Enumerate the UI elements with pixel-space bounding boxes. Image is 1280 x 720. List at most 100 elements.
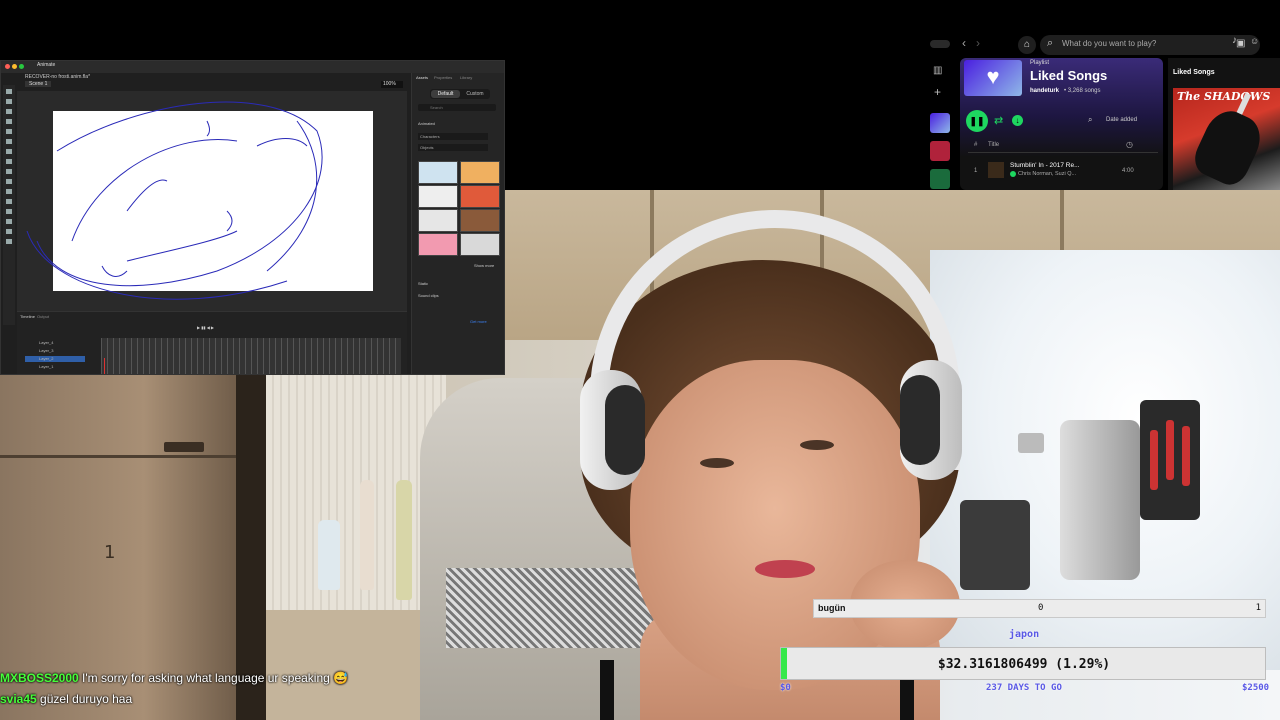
asset-thumbnail[interactable] [460, 185, 500, 208]
playlist-owner[interactable]: handeturk [1030, 88, 1059, 94]
playback-controls[interactable]: ▶ ▮▮ ◀ ▶ [197, 325, 277, 330]
show-more-link[interactable]: Show more [474, 263, 494, 268]
default-tab[interactable]: Default [431, 90, 460, 98]
layer-row[interactable]: Layer_4 [25, 340, 85, 346]
toolbar [3, 85, 15, 325]
friends-icon[interactable]: ☺ [1250, 36, 1259, 46]
forward-arrow-icon[interactable]: › [976, 36, 980, 50]
asset-thumbnail[interactable] [460, 233, 500, 256]
playlist-tile[interactable] [930, 141, 950, 161]
layer-row[interactable]: Layer_3 [25, 348, 85, 354]
pencil-icon[interactable] [6, 179, 12, 184]
top-strap [600, 660, 614, 720]
characters-select[interactable]: Characters [418, 133, 488, 140]
hand-icon[interactable] [6, 229, 12, 234]
layer-row[interactable]: Layer_1 [25, 364, 85, 370]
spotify-search-input[interactable]: ⌕ What do you want to play? ▣ [1040, 35, 1260, 55]
objects-select[interactable]: Objects [418, 144, 488, 151]
sort-dropdown[interactable]: Date added [1106, 117, 1137, 123]
asset-thumbnail[interactable] [418, 233, 458, 256]
shuffle-icon[interactable]: ⇄ [994, 114, 1003, 127]
asset-thumbnail[interactable] [418, 161, 458, 184]
pause-button[interactable]: ❚❚ [966, 110, 988, 132]
playhead[interactable] [104, 358, 105, 374]
panel-tab[interactable]: Assets [416, 75, 428, 80]
track-title[interactable]: Stumblin' In - 2017 Re... [1010, 162, 1080, 169]
zoom-icon[interactable] [6, 239, 12, 244]
home-icon[interactable]: ⌂ [1018, 36, 1036, 54]
rectangle-icon[interactable] [6, 159, 12, 164]
static-section[interactable]: Static [418, 281, 428, 286]
eyedropper-icon[interactable] [6, 209, 12, 214]
browse-icon[interactable]: ▣ [1236, 38, 1245, 49]
scene-tab[interactable]: Scene 1 [25, 81, 52, 87]
track-number: 1 [974, 168, 978, 174]
app-title: Animate [37, 62, 56, 68]
line-icon[interactable] [6, 149, 12, 154]
library-icon[interactable]: ▥ [933, 65, 942, 76]
animate-window[interactable]: Animate RECOVER-no frosti.anim.fla* Scen… [0, 60, 505, 375]
layer-row-selected[interactable]: Layer_2 [25, 356, 85, 362]
custom-tab[interactable]: Custom [461, 90, 489, 98]
guitar-body [1188, 103, 1269, 190]
donation-days-left: 237 DAYS TO GO [986, 683, 1062, 693]
refrigerator-badge [164, 442, 204, 452]
create-icon[interactable]: + [934, 85, 941, 99]
zoom-field[interactable]: 100% [381, 81, 403, 88]
zoom-dot-icon[interactable] [19, 64, 24, 69]
subselection-icon[interactable] [6, 99, 12, 104]
search-icon: ⌕ [1047, 37, 1054, 49]
text-icon[interactable] [6, 139, 12, 144]
pen-icon[interactable] [6, 129, 12, 134]
bell-icon[interactable]: ♪ [1232, 35, 1237, 46]
output-tab[interactable]: Output [37, 314, 49, 319]
stage-area[interactable] [17, 91, 407, 311]
minimize-dot-icon[interactable] [12, 64, 17, 69]
spotify-topbar: ‹ › ⌂ ⌕ What do you want to play? ▣ ♪ ☺ [924, 30, 1280, 58]
goal-sublabel: japon [1009, 629, 1040, 640]
asset-thumbnail[interactable] [418, 185, 458, 208]
back-arrow-icon[interactable]: ‹ [962, 36, 966, 50]
track-artist[interactable]: Chris Norman, Suzi Q... [1018, 171, 1076, 177]
timeline-tab[interactable]: Timeline [20, 314, 35, 319]
asset-thumbnail[interactable] [460, 161, 500, 184]
column-title: Title [988, 142, 1000, 148]
eraser-icon[interactable] [6, 219, 12, 224]
search-icon[interactable]: ⌕ [1088, 115, 1092, 125]
free-transform-icon[interactable] [6, 109, 12, 114]
assets-panel[interactable]: Assets Properties Library Default Custom… [411, 73, 504, 374]
panel-tabs: Assets Properties Library [412, 75, 504, 83]
close-dot-icon[interactable] [5, 64, 10, 69]
window-menu-pill[interactable] [930, 40, 950, 48]
animated-section[interactable]: Animated [418, 121, 435, 126]
asset-thumbnail[interactable] [460, 209, 500, 232]
goal-label: bugün [818, 603, 846, 613]
paint-bucket-icon[interactable] [6, 199, 12, 204]
panel-tab[interactable]: Library [460, 75, 472, 80]
spotify-window[interactable]: ‹ › ⌂ ⌕ What do you want to play? ▣ ♪ ☺ … [924, 30, 1280, 190]
bottle [396, 480, 412, 600]
frame-grid[interactable] [101, 338, 401, 374]
sound-clips-section[interactable]: Sound clips [418, 293, 439, 298]
asset-grid [418, 161, 500, 257]
lasso-icon[interactable] [6, 119, 12, 124]
now-playing-title: Liked Songs [1173, 69, 1215, 76]
timeline-panel[interactable]: Timeline Output ▶ ▮▮ ◀ ▶ Layer_4 Layer_3… [17, 311, 407, 374]
assets-search-input[interactable]: Search [418, 104, 496, 111]
song-count: • 3,268 songs [1064, 88, 1101, 94]
donation-start: $0 [780, 683, 791, 693]
liked-songs-tile[interactable] [930, 113, 950, 133]
refrigerator-seam [0, 455, 240, 458]
asset-thumbnail[interactable] [418, 209, 458, 232]
brush-icon[interactable] [6, 189, 12, 194]
refrigerator-mark: 1 [104, 542, 116, 563]
panel-tab[interactable]: Properties [434, 75, 452, 80]
oval-icon[interactable] [6, 169, 12, 174]
download-icon[interactable]: ↓ [1012, 115, 1023, 126]
chat-overlay: MXBOSS2000 I'm sorry for asking what lan… [0, 668, 420, 720]
selection-icon[interactable] [6, 89, 12, 94]
playlist-tile[interactable] [930, 169, 950, 189]
goal-current: 0 [1038, 603, 1044, 613]
document-tab[interactable]: RECOVER-no frosti.anim.fla* [25, 74, 90, 80]
get-more-link[interactable]: Get more [470, 319, 487, 324]
